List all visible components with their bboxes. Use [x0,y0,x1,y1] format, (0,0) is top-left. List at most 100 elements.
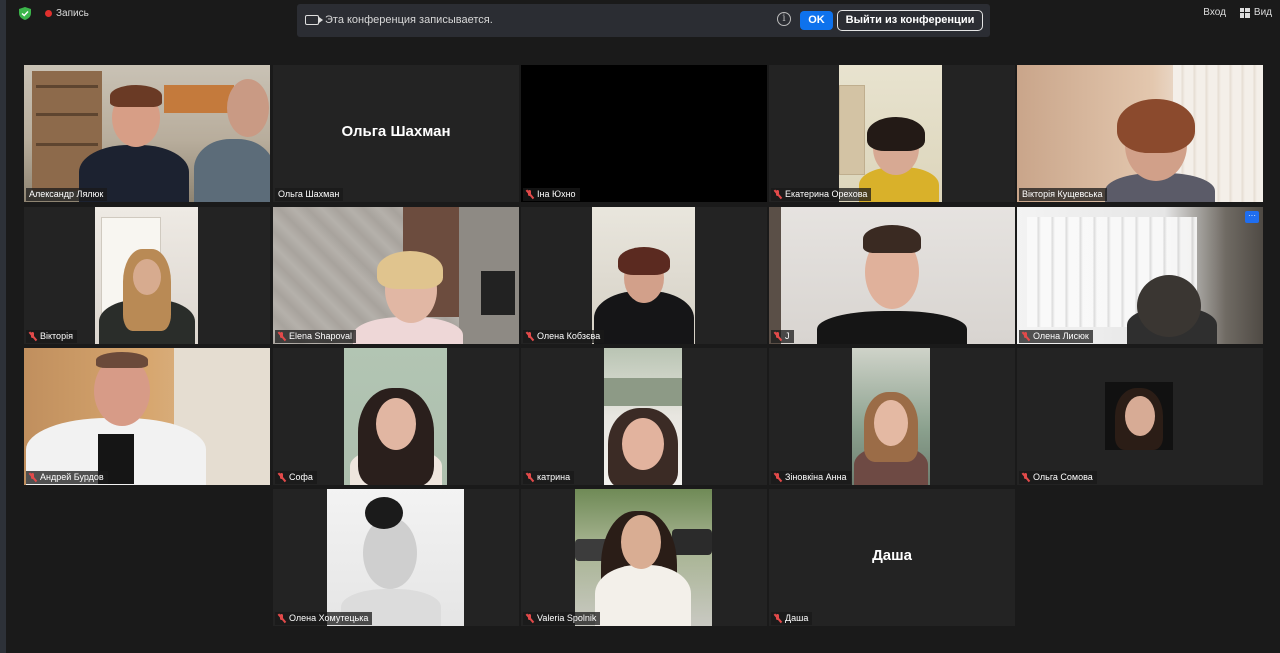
participant-video [327,489,464,626]
participant-name: Александр Лялюк [29,189,104,199]
participant-name: Іна Юхно [537,189,576,199]
participant-name: Вікторія Кущевська [1022,189,1103,199]
participant-tile[interactable]: Андрей Бурдов [24,348,270,485]
mic-muted-icon [774,190,782,199]
mic-muted-icon [774,614,782,623]
participant-video [1017,65,1263,202]
participant-name-tag: Александр Лялюк [26,188,108,201]
participant-tile[interactable]: Даша Даша [769,489,1015,626]
participant-video [95,207,198,344]
participant-name-tag: Андрей Бурдов [26,471,108,484]
recording-dot-icon [45,10,52,17]
participant-name-tag: катрина [523,471,575,484]
participant-name-tag: Valeria Spolnik [523,612,601,625]
leave-meeting-button[interactable]: Выйти из конференции [837,10,983,31]
participant-tile[interactable]: ··· Олена Лисюк [1017,207,1263,344]
more-options-button[interactable]: ··· [1245,211,1259,223]
participant-name: Андрей Бурдов [40,472,104,482]
participant-tile[interactable]: Elena Shapoval [273,207,519,344]
participant-name-tag: Зіновкіна Анна [771,471,851,484]
participant-name: Ольга Шахман [278,189,340,199]
participant-name-tag: Софа [275,471,317,484]
mic-muted-icon [526,614,534,623]
participant-tile[interactable]: Ольга Сомова [1017,348,1263,485]
mic-muted-icon [526,332,534,341]
participant-center-name: Ольга Шахман [341,123,451,140]
mic-muted-icon [278,332,286,341]
participant-name-tag: Ольга Сомова [1019,471,1097,484]
participant-video [1105,382,1173,450]
participant-name-tag: Вікторія Кущевська [1019,188,1107,201]
participant-tile[interactable]: Софа [273,348,519,485]
participant-video [575,489,712,626]
participant-tile[interactable]: Ольга Шахман Ольга Шахман [273,65,519,202]
participant-video [604,348,682,485]
participant-name: Ольга Сомова [1033,472,1093,482]
participant-name-tag: Олена Хомутецька [275,612,373,625]
enter-label: Вход [1203,7,1226,18]
security-shield-icon[interactable] [19,7,31,20]
participant-name-tag: Ольга Шахман [275,188,344,201]
info-icon[interactable]: i [777,12,791,26]
mic-muted-icon [526,190,534,199]
participant-tile[interactable]: Вікторія Кущевська [1017,65,1263,202]
mic-muted-icon [278,614,286,623]
participant-video [273,207,519,344]
participant-name-tag: Вікторія [26,330,77,343]
mic-muted-icon [774,473,782,482]
participant-name: Екатерина Орехова [785,189,868,199]
participant-name: Valeria Spolnik [537,613,597,623]
participant-name-tag: Олена Кобзєва [523,330,605,343]
window-edge [0,0,6,653]
participant-name: Олена Кобзєва [537,331,601,341]
participant-name: Олена Хомутецька [289,613,369,623]
participant-name: J [785,331,790,341]
participant-tile[interactable]: Іна Юхно [521,65,767,202]
view-button[interactable]: Вид [1239,7,1272,18]
participant-tile[interactable]: Зіновкіна Анна [769,348,1015,485]
participant-name-tag: Екатерина Орехова [771,188,872,201]
participant-video [344,348,447,485]
participant-name: катрина [537,472,571,482]
participant-name-tag: J [771,330,794,343]
participant-video [24,65,270,202]
participant-video [24,348,270,485]
participant-tile[interactable]: Олена Кобзєва [521,207,767,344]
grid-view-icon [1239,7,1250,18]
participant-video [592,207,695,344]
participant-name: Вікторія [40,331,73,341]
participant-name: Elena Shapoval [289,331,353,341]
recording-banner: Эта конференция записывается. i OK Выйти… [297,4,990,37]
recording-label[interactable]: Запись [56,8,89,19]
ok-button[interactable]: OK [800,11,833,30]
participant-tile[interactable]: Valeria Spolnik [521,489,767,626]
mic-muted-icon [526,473,534,482]
mic-muted-icon [278,473,286,482]
participant-video [852,348,930,485]
mic-muted-icon [774,332,782,341]
participant-name: Зіновкіна Анна [785,472,847,482]
view-label: Вид [1253,7,1272,18]
participant-name: Даша [785,613,809,623]
participant-tile[interactable]: J [769,207,1015,344]
participant-video [769,207,1015,344]
mic-muted-icon [29,332,37,341]
participant-tile[interactable]: Вікторія [24,207,270,344]
participant-name-tag: Іна Юхно [523,188,580,201]
participant-name-tag: Олена Лисюк [1019,330,1093,343]
mic-muted-icon [1022,332,1030,341]
enter-button[interactable]: Вход [1203,7,1226,18]
participant-tile[interactable]: Александр Лялюк [24,65,270,202]
participant-tile[interactable]: катрина [521,348,767,485]
participant-name-tag: Elena Shapoval [275,330,357,343]
participant-name-tag: Даша [771,612,813,625]
recording-camera-icon [305,15,323,25]
mic-muted-icon [29,473,37,482]
participant-name: Софа [289,472,313,482]
participant-tile[interactable]: Олена Хомутецька [273,489,519,626]
participant-video [839,65,942,202]
participant-video [1017,207,1263,344]
mic-muted-icon [1022,473,1030,482]
participant-tile[interactable]: Екатерина Орехова [769,65,1015,202]
banner-text: Эта конференция записывается. [325,14,493,26]
